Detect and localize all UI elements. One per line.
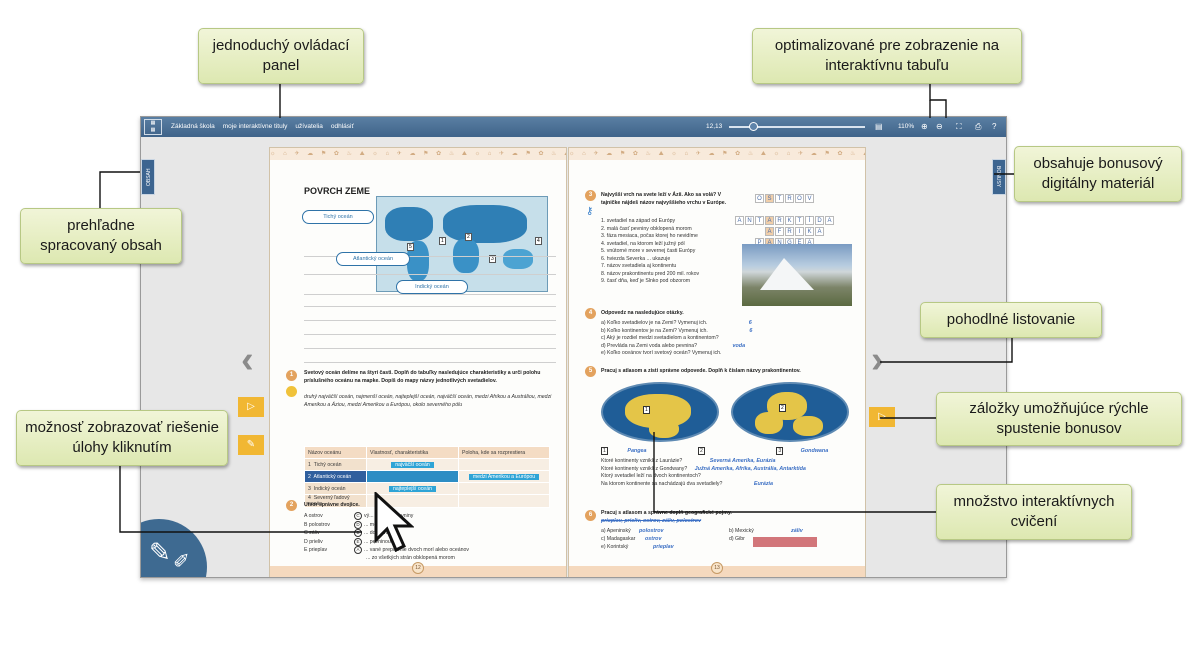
callout-content: prehľadne spracovaný obsah [20, 208, 182, 264]
callout-whiteboard: optimalizované pre zobrazenie na interak… [752, 28, 1022, 84]
callout-control-panel: jednoduchý ovládací panel [198, 28, 364, 84]
callout-flipping: pohodlné listovanie [920, 302, 1102, 338]
callout-solutions: možnosť zobrazovať riešenie úlohy kliknu… [16, 410, 228, 466]
callout-bonus: obsahuje bonusový digitálny materiál [1014, 146, 1182, 202]
callout-exercises: množstvo interaktívnych cvičení [936, 484, 1132, 540]
callout-bookmarks: záložky umožňujúce rýchle spustenie bonu… [936, 392, 1182, 446]
